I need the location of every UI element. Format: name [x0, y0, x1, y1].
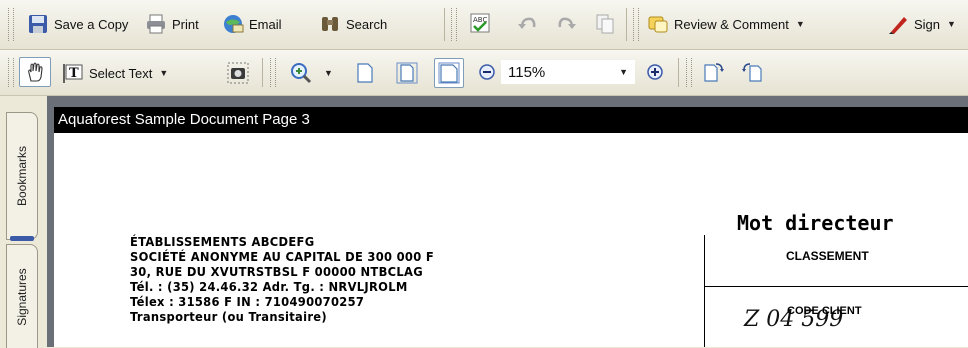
address-line: 30, RUE DU XVUTRSTBSL F 00000 NTBCLAG: [130, 264, 423, 280]
svg-text:T: T: [69, 66, 79, 81]
rotate-clockwise-icon: [704, 63, 724, 82]
sign-button[interactable]: Sign ▼: [887, 13, 956, 35]
address-line: ÉTABLISSEMENTS ABCDEFG: [130, 234, 315, 250]
chevron-down-icon[interactable]: ▼: [159, 68, 168, 78]
form-box-divider: [704, 286, 968, 287]
bookmarks-tab-label: Bookmarks: [15, 145, 29, 207]
floppy-disk-icon: [29, 15, 47, 33]
toolbar-grip[interactable]: [270, 58, 276, 87]
form-box-border: [704, 235, 705, 347]
toolbar-grip[interactable]: [633, 8, 639, 41]
select-text-button[interactable]: T Select Text ▼: [62, 62, 168, 84]
magnifier-plus-icon: [291, 63, 312, 84]
snapshot-button[interactable]: [227, 62, 254, 84]
zoom-out-button[interactable]: [478, 63, 501, 81]
toolbar-separator: [444, 8, 445, 41]
save-copy-label: Save a Copy: [54, 16, 129, 32]
tab-signatures[interactable]: Signatures: [6, 244, 38, 348]
review-comment-icon: [648, 16, 668, 33]
view-toolbar: T Select Text ▼ ▼ 115% ▼: [0, 50, 968, 96]
company-address-block: ÉTABLISSEMENTS ABCDEFG SOCIÉTÉ ANONYME A…: [130, 235, 434, 325]
toolbar-separator: [678, 58, 679, 87]
page-actual-size-icon: [357, 63, 373, 83]
sign-label: Sign: [914, 16, 941, 32]
address-line: SOCIÉTÉ ANONYME AU CAPITAL DE 300 000 F: [130, 249, 434, 265]
file-toolbar: Save a Copy Print Email Search ABC Revie…: [0, 0, 968, 50]
chevron-down-icon[interactable]: ▼: [796, 19, 805, 29]
toolbar-grip[interactable]: [686, 58, 692, 87]
review-comment-button[interactable]: Review & Comment ▼: [647, 13, 805, 35]
address-line: Télex : 31586 F IN : 710490070257: [130, 294, 365, 310]
zoom-level-select[interactable]: 115% ▼: [501, 60, 635, 84]
document-page-title: Aquaforest Sample Document Page 3: [54, 107, 968, 133]
actual-size-button[interactable]: [354, 62, 381, 84]
chevron-down-icon[interactable]: ▼: [619, 67, 628, 77]
document-frame: [47, 96, 54, 347]
spell-check-button[interactable]: ABC: [469, 12, 496, 34]
email-globe-icon: [224, 15, 244, 33]
undo-button[interactable]: [516, 13, 543, 35]
select-text-label: Select Text: [89, 65, 153, 81]
copy-document-icon: [596, 14, 614, 34]
save-copy-button[interactable]: Save a Copy: [27, 13, 128, 35]
code-client-label: CODE CLIENT: [787, 305, 862, 317]
signatures-tab-label: Signatures: [15, 267, 29, 326]
minus-circle-icon: [479, 64, 495, 80]
text-select-icon: T: [63, 64, 83, 83]
search-button[interactable]: Search: [319, 13, 387, 35]
toolbar-grip[interactable]: [8, 8, 14, 41]
document-page[interactable]: Aquaforest Sample Document Page 3 ÉTABLI…: [54, 107, 968, 347]
redo-button[interactable]: [556, 13, 583, 35]
page-fit-width-icon: [438, 62, 460, 84]
toolbar-grip[interactable]: [8, 58, 14, 87]
printer-icon: [147, 14, 165, 34]
address-line: Tél. : (35) 24.46.32 Adr. Tg. : NRVLJROL…: [130, 279, 408, 295]
address-line: Transporteur (ou Transitaire): [130, 309, 327, 325]
email-label: Email: [249, 16, 282, 32]
chevron-down-icon[interactable]: ▼: [324, 68, 333, 78]
rotate-clockwise-button[interactable]: [702, 61, 729, 83]
chevron-down-icon[interactable]: ▼: [947, 19, 956, 29]
fit-page-button[interactable]: [396, 62, 423, 84]
page-fit-icon: [396, 62, 418, 84]
print-label: Print: [172, 16, 199, 32]
spell-check-icon: ABC: [470, 13, 490, 33]
copy-button[interactable]: [594, 13, 621, 35]
rotate-counterclockwise-button[interactable]: [741, 61, 768, 83]
search-label: Search: [346, 16, 388, 32]
mot-directeur-heading: Mot directeur: [737, 211, 894, 235]
toolbar-separator: [262, 58, 263, 87]
tab-bookmarks[interactable]: Bookmarks: [6, 112, 38, 240]
document-frame: [47, 96, 968, 107]
navigation-sidebar: Bookmarks Signatures: [0, 96, 48, 348]
tab-divider-marker: [10, 236, 34, 241]
camera-icon: [227, 62, 249, 84]
rotate-counterclockwise-icon: [742, 63, 762, 82]
zoom-level-value: 115%: [508, 63, 546, 81]
redo-icon: [558, 17, 576, 29]
undo-icon: [518, 17, 536, 29]
binoculars-icon: [322, 17, 338, 31]
email-button[interactable]: Email: [222, 13, 282, 35]
zoom-in-tool-button[interactable]: ▼: [290, 62, 333, 84]
fit-width-button[interactable]: [434, 58, 464, 88]
toolbar-separator: [626, 8, 627, 41]
zoom-in-button[interactable]: [646, 63, 669, 81]
classement-label: CLASSEMENT: [786, 249, 869, 263]
plus-circle-icon: [647, 64, 663, 80]
toolbar-grip[interactable]: [451, 8, 457, 41]
hand-tool-button[interactable]: [19, 57, 51, 87]
review-comment-label: Review & Comment: [674, 16, 789, 32]
hand-icon: [28, 62, 43, 82]
print-button[interactable]: Print: [145, 13, 199, 35]
pen-sign-icon: [889, 17, 907, 34]
